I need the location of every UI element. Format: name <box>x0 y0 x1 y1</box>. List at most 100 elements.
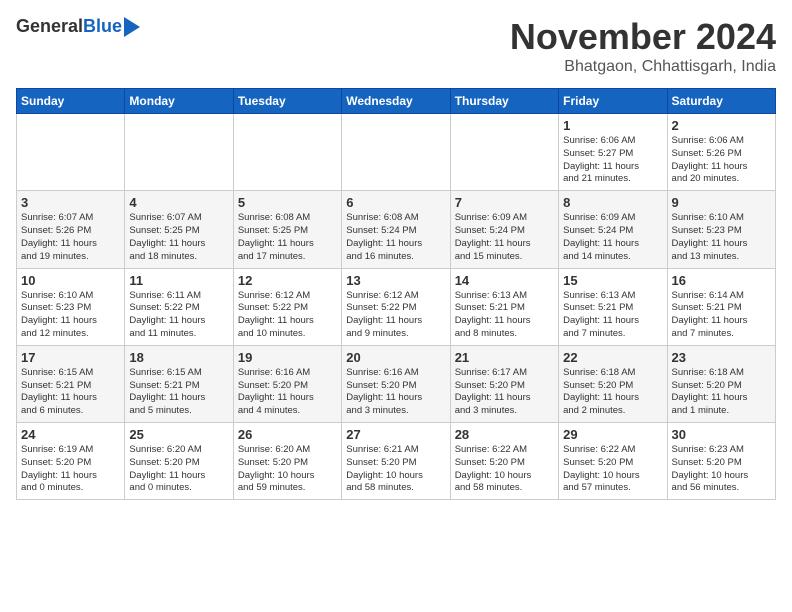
weekday-header-friday: Friday <box>559 89 667 114</box>
calendar-cell <box>125 114 233 191</box>
month-title: November 2024 <box>510 16 776 58</box>
title-block: November 2024 Bhatgaon, Chhattisgarh, In… <box>510 16 776 76</box>
calendar-cell: 5 Sunrise: 6:08 AM Sunset: 5:25 PM Daylig… <box>233 191 341 268</box>
calendar-cell: 17 Sunrise: 6:15 AM Sunset: 5:21 PM Dayli… <box>17 345 125 422</box>
calendar-week-row: 24 Sunrise: 6:19 AM Sunset: 5:20 PM Dayli… <box>17 423 776 500</box>
calendar-cell: 16 Sunrise: 6:14 AM Sunset: 5:21 PM Dayli… <box>667 268 775 345</box>
day-info: Sunrise: 6:16 AM Sunset: 5:20 PM Dayligh… <box>238 367 337 418</box>
weekday-header-sunday: Sunday <box>17 89 125 114</box>
calendar-cell: 13 Sunrise: 6:12 AM Sunset: 5:22 PM Dayli… <box>342 268 450 345</box>
day-info: Sunrise: 6:19 AM Sunset: 5:20 PM Dayligh… <box>21 444 120 495</box>
day-info: Sunrise: 6:10 AM Sunset: 5:23 PM Dayligh… <box>672 212 771 263</box>
location-subtitle: Bhatgaon, Chhattisgarh, India <box>510 58 776 76</box>
day-number: 3 <box>21 195 120 210</box>
day-info: Sunrise: 6:12 AM Sunset: 5:22 PM Dayligh… <box>346 290 445 341</box>
day-info: Sunrise: 6:20 AM Sunset: 5:20 PM Dayligh… <box>129 444 228 495</box>
day-number: 5 <box>238 195 337 210</box>
calendar-cell: 29Sunrise: 6:22 AM Sunset: 5:20 PM Dayli… <box>559 423 667 500</box>
day-number: 7 <box>455 195 554 210</box>
calendar-cell: 7 Sunrise: 6:09 AM Sunset: 5:24 PM Daylig… <box>450 191 558 268</box>
logo-general-text: General <box>16 16 83 37</box>
calendar-cell: 25 Sunrise: 6:20 AM Sunset: 5:20 PM Dayli… <box>125 423 233 500</box>
calendar-cell: 20 Sunrise: 6:16 AM Sunset: 5:20 PM Dayli… <box>342 345 450 422</box>
day-info: Sunrise: 6:11 AM Sunset: 5:22 PM Dayligh… <box>129 290 228 341</box>
calendar-cell: 9 Sunrise: 6:10 AM Sunset: 5:23 PM Daylig… <box>667 191 775 268</box>
calendar-cell <box>17 114 125 191</box>
day-number: 15 <box>563 273 662 288</box>
day-number: 24 <box>21 427 120 442</box>
day-number: 16 <box>672 273 771 288</box>
day-info: Sunrise: 6:14 AM Sunset: 5:21 PM Dayligh… <box>672 290 771 341</box>
day-number: 25 <box>129 427 228 442</box>
day-info: Sunrise: 6:06 AM Sunset: 5:26 PM Dayligh… <box>672 135 771 186</box>
weekday-header-saturday: Saturday <box>667 89 775 114</box>
calendar-cell: 12 Sunrise: 6:12 AM Sunset: 5:22 PM Dayli… <box>233 268 341 345</box>
day-info: Sunrise: 6:15 AM Sunset: 5:21 PM Dayligh… <box>21 367 120 418</box>
day-number: 13 <box>346 273 445 288</box>
day-number: 23 <box>672 350 771 365</box>
weekday-header-wednesday: Wednesday <box>342 89 450 114</box>
calendar-cell: 2Sunrise: 6:06 AM Sunset: 5:26 PM Daylig… <box>667 114 775 191</box>
day-info: Sunrise: 6:17 AM Sunset: 5:20 PM Dayligh… <box>455 367 554 418</box>
day-info: Sunrise: 6:08 AM Sunset: 5:25 PM Dayligh… <box>238 212 337 263</box>
calendar-week-row: 17 Sunrise: 6:15 AM Sunset: 5:21 PM Dayli… <box>17 345 776 422</box>
day-number: 26 <box>238 427 337 442</box>
calendar-cell: 23 Sunrise: 6:18 AM Sunset: 5:20 PM Dayli… <box>667 345 775 422</box>
day-number: 9 <box>672 195 771 210</box>
day-info: Sunrise: 6:09 AM Sunset: 5:24 PM Dayligh… <box>455 212 554 263</box>
calendar-cell: 14 Sunrise: 6:13 AM Sunset: 5:21 PM Dayli… <box>450 268 558 345</box>
day-number: 18 <box>129 350 228 365</box>
calendar-week-row: 1 Sunrise: 6:06 AM Sunset: 5:27 PM Daylig… <box>17 114 776 191</box>
day-number: 29 <box>563 427 662 442</box>
day-info: Sunrise: 6:07 AM Sunset: 5:26 PM Dayligh… <box>21 212 120 263</box>
day-info: Sunrise: 6:18 AM Sunset: 5:20 PM Dayligh… <box>563 367 662 418</box>
day-info: Sunrise: 6:10 AM Sunset: 5:23 PM Dayligh… <box>21 290 120 341</box>
logo: General Blue <box>16 16 140 37</box>
calendar-cell <box>450 114 558 191</box>
day-info: Sunrise: 6:13 AM Sunset: 5:21 PM Dayligh… <box>455 290 554 341</box>
calendar-cell: 22 Sunrise: 6:18 AM Sunset: 5:20 PM Dayli… <box>559 345 667 422</box>
calendar-cell: 30Sunrise: 6:23 AM Sunset: 5:20 PM Dayli… <box>667 423 775 500</box>
day-number: 22 <box>563 350 662 365</box>
day-info: Sunrise: 6:18 AM Sunset: 5:20 PM Dayligh… <box>672 367 771 418</box>
day-number: 8 <box>563 195 662 210</box>
day-info: Sunrise: 6:06 AM Sunset: 5:27 PM Dayligh… <box>563 135 662 186</box>
day-number: 4 <box>129 195 228 210</box>
weekday-header-tuesday: Tuesday <box>233 89 341 114</box>
calendar-week-row: 10 Sunrise: 6:10 AM Sunset: 5:23 PM Dayli… <box>17 268 776 345</box>
day-number: 20 <box>346 350 445 365</box>
day-info: Sunrise: 6:07 AM Sunset: 5:25 PM Dayligh… <box>129 212 228 263</box>
day-number: 12 <box>238 273 337 288</box>
calendar-table: SundayMondayTuesdayWednesdayThursdayFrid… <box>16 88 776 500</box>
day-number: 14 <box>455 273 554 288</box>
calendar-cell: 21 Sunrise: 6:17 AM Sunset: 5:20 PM Dayli… <box>450 345 558 422</box>
calendar-week-row: 3 Sunrise: 6:07 AM Sunset: 5:26 PM Daylig… <box>17 191 776 268</box>
day-number: 19 <box>238 350 337 365</box>
day-number: 17 <box>21 350 120 365</box>
day-info: Sunrise: 6:23 AM Sunset: 5:20 PM Dayligh… <box>672 444 771 495</box>
calendar-cell: 18 Sunrise: 6:15 AM Sunset: 5:21 PM Dayli… <box>125 345 233 422</box>
day-info: Sunrise: 6:08 AM Sunset: 5:24 PM Dayligh… <box>346 212 445 263</box>
calendar-cell: 10 Sunrise: 6:10 AM Sunset: 5:23 PM Dayli… <box>17 268 125 345</box>
day-number: 1 <box>563 118 662 133</box>
day-info: Sunrise: 6:12 AM Sunset: 5:22 PM Dayligh… <box>238 290 337 341</box>
day-info: Sunrise: 6:16 AM Sunset: 5:20 PM Dayligh… <box>346 367 445 418</box>
weekday-header-thursday: Thursday <box>450 89 558 114</box>
calendar-cell: 24 Sunrise: 6:19 AM Sunset: 5:20 PM Dayli… <box>17 423 125 500</box>
day-info: Sunrise: 6:13 AM Sunset: 5:21 PM Dayligh… <box>563 290 662 341</box>
weekday-header-monday: Monday <box>125 89 233 114</box>
day-number: 28 <box>455 427 554 442</box>
day-number: 21 <box>455 350 554 365</box>
day-number: 10 <box>21 273 120 288</box>
page-header: General Blue November 2024 Bhatgaon, Chh… <box>16 16 776 76</box>
calendar-cell: 3 Sunrise: 6:07 AM Sunset: 5:26 PM Daylig… <box>17 191 125 268</box>
calendar-cell: 11 Sunrise: 6:11 AM Sunset: 5:22 PM Dayli… <box>125 268 233 345</box>
day-number: 11 <box>129 273 228 288</box>
calendar-cell: 19 Sunrise: 6:16 AM Sunset: 5:20 PM Dayli… <box>233 345 341 422</box>
calendar-cell: 15 Sunrise: 6:13 AM Sunset: 5:21 PM Dayli… <box>559 268 667 345</box>
calendar-cell: 6Sunrise: 6:08 AM Sunset: 5:24 PM Daylig… <box>342 191 450 268</box>
day-info: Sunrise: 6:15 AM Sunset: 5:21 PM Dayligh… <box>129 367 228 418</box>
day-info: Sunrise: 6:09 AM Sunset: 5:24 PM Dayligh… <box>563 212 662 263</box>
calendar-cell <box>233 114 341 191</box>
calendar-cell: 27Sunrise: 6:21 AM Sunset: 5:20 PM Dayli… <box>342 423 450 500</box>
